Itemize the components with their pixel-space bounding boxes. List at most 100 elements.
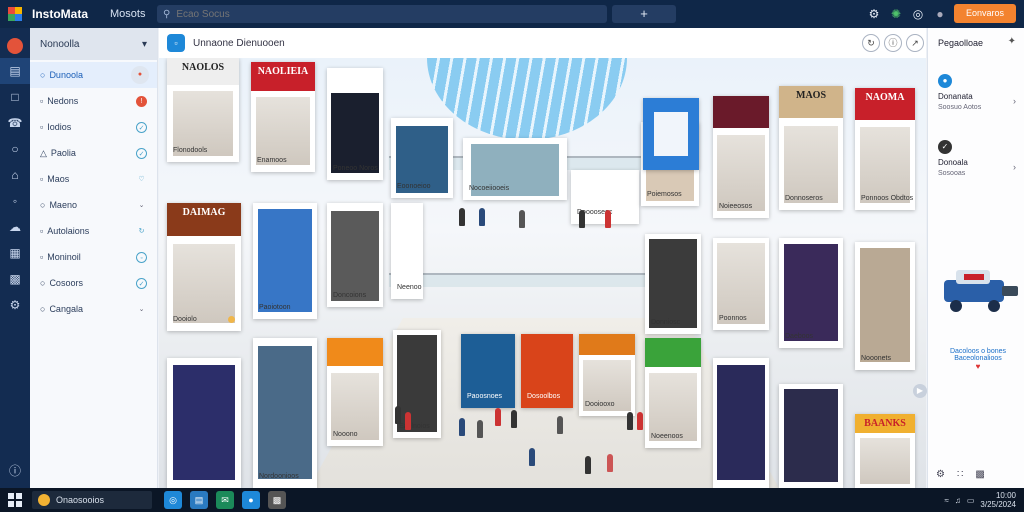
store-card[interactable]: Donniosc [645, 234, 701, 334]
book-icon[interactable]: □ [0, 84, 30, 110]
info-icon[interactable]: ⓘ [884, 34, 902, 52]
store-card[interactable]: Nooono [327, 338, 383, 446]
share-icon[interactable]: ↗ [906, 34, 924, 52]
windows-start-icon[interactable] [8, 493, 22, 507]
store-card[interactable]: Neenoo [391, 203, 423, 299]
store-card[interactable]: MAOS Donnoseros [779, 86, 843, 210]
pin-icon[interactable]: ✦ [1008, 36, 1016, 47]
translate-icon[interactable]: ▩ [975, 469, 984, 480]
cloud-icon[interactable]: ☁ [0, 214, 30, 240]
globe-icon[interactable]: ◎ [910, 4, 926, 24]
notification-icon[interactable]: ⚙ [866, 4, 882, 24]
sidebar-item[interactable]: ▫ Moninoil ◦ [30, 244, 157, 270]
page-title: Unnaone Dienuooen [193, 37, 285, 49]
user-avatar-icon[interactable]: ● [932, 4, 948, 24]
store-card[interactable]: Paoiotoon [253, 203, 317, 319]
store-card[interactable]: Doncoions [327, 203, 383, 307]
files-icon[interactable]: ▤ [190, 491, 208, 509]
promo-panel[interactable] [643, 98, 699, 170]
check-icon: ✓ [136, 147, 147, 159]
help-icon[interactable]: ⓘ [0, 458, 30, 484]
document-icon[interactable]: ▦ [0, 240, 30, 266]
mall-scene: NAOLOS Flonodools NAOLIEIA Enamoos Poneo… [159, 58, 926, 488]
store-card[interactable]: Nordoonioos [253, 338, 317, 488]
store-card[interactable]: NAOLOS Flonodools [167, 58, 239, 162]
clipboard-icon[interactable]: ▩ [0, 266, 30, 292]
mail-icon[interactable]: ✉ [216, 491, 234, 509]
settings-icon[interactable]: ⚙ [936, 469, 945, 480]
store-card[interactable]: Nocoeiiooeis [463, 138, 567, 200]
chevron-right-icon[interactable]: › [1013, 96, 1016, 106]
shopper [495, 408, 501, 426]
right-panel: Pegaolloae ✦ ● Donanata Soosuo Aotos › ✓… [927, 28, 1024, 488]
sidebar-item[interactable]: ▫ Autolaions ↻ [30, 218, 157, 244]
chat-icon[interactable]: ○ [0, 136, 30, 162]
shopper [479, 208, 485, 226]
chat-icon: ● [938, 74, 952, 88]
sidebar-item[interactable]: ○ Cosoors ✓ [30, 270, 157, 296]
promo-panel[interactable]: Dosoolbos [521, 334, 573, 408]
store-card[interactable]: BAANKS [855, 414, 915, 488]
shopper [477, 420, 483, 438]
scroll-right-button[interactable]: ▶ [913, 384, 927, 398]
store-card[interactable]: NAOLIEIA Enamoos [251, 62, 315, 172]
sidebar-header[interactable]: Nonoolla ▾ [30, 28, 157, 60]
sidebar-item[interactable]: ○ Dunoola ● [30, 62, 157, 88]
sync-icon: ↻ [138, 227, 145, 235]
volume-icon[interactable]: ♫ [955, 496, 961, 505]
store-card[interactable]: Noeenoos [645, 338, 701, 448]
wifi-icon[interactable]: ≈ [944, 496, 948, 505]
store-card[interactable]: Noieeosos [713, 96, 769, 218]
add-button[interactable]: + [612, 5, 676, 23]
store-card[interactable]: Nooonets [855, 242, 915, 370]
sidebar-item[interactable]: ○ Cangala ⌄ [30, 296, 157, 322]
refresh-icon[interactable]: ↻ [862, 34, 880, 52]
apps-icon[interactable]: ✺ [888, 4, 904, 24]
shopper [605, 210, 611, 228]
phone-icon[interactable]: ☎ [0, 110, 30, 136]
store-card[interactable]: NAOMA Ponnoos Obdtos [855, 88, 915, 210]
clock[interactable]: 10:00 3/25/2024 [980, 491, 1016, 509]
home-icon[interactable]: ⌂ [0, 162, 30, 188]
search-bar[interactable]: ⚲ [157, 5, 607, 23]
panel-entry[interactable]: ● Donanata Soosuo Aotos [938, 74, 981, 111]
chevron-down-icon[interactable]: ▾ [142, 39, 147, 50]
search-input[interactable] [176, 8, 577, 20]
store-card[interactable]: Dooiooxo [579, 334, 635, 416]
tag-icon[interactable]: ◦ [0, 188, 30, 214]
store-card[interactable]: DAIMAG Dooiolo [167, 203, 241, 331]
store-card[interactable] [713, 358, 769, 488]
shopper [579, 210, 585, 228]
store-card[interactable]: Poonnos [713, 238, 769, 330]
grid-icon[interactable]: ∷ [957, 469, 963, 480]
store-app-icon[interactable]: ▩ [268, 491, 286, 509]
primary-action-button[interactable]: Eonvaros [954, 4, 1016, 23]
browser-icon[interactable]: ◎ [164, 491, 182, 509]
promo-text[interactable]: Dacoloos o bones Baceolonalioos ♥ [938, 348, 1018, 371]
settings-icon[interactable]: ⚙ [0, 292, 30, 318]
heart-icon[interactable]: ♥ [938, 362, 1018, 371]
store-card[interactable] [779, 384, 843, 488]
store-card[interactable]: Eoonoeioo [391, 118, 453, 198]
content-header: ▫ Unnaone Dienuooen ↻ ⓘ ↗ [159, 28, 926, 58]
shopper [459, 418, 465, 436]
battery-icon[interactable]: ▭ [967, 496, 975, 505]
sidebar-item[interactable]: ▫ Nedons ! [30, 88, 157, 114]
promo-panel[interactable]: Paoosnoes [461, 334, 515, 408]
sidebar-item[interactable]: ▫ Iodios ✓ [30, 114, 157, 140]
panel-entry[interactable]: ✓ Donoala Sosooas [938, 140, 968, 177]
menu-item[interactable]: Mosots [110, 8, 145, 20]
profile-avatar[interactable] [0, 32, 30, 58]
panel-footer: ⚙ ∷ ▩ [936, 469, 985, 480]
store-card[interactable] [167, 358, 241, 488]
chevron-right-icon[interactable]: › [1013, 162, 1016, 172]
chat-app-icon[interactable]: ● [242, 491, 260, 509]
shopper [519, 210, 525, 228]
store-card[interactable]: Poneoo Noros [327, 68, 383, 180]
taskbar-search[interactable]: Onaosooios [32, 491, 152, 509]
inbox-icon[interactable]: ▤ [0, 58, 30, 84]
sidebar-item[interactable]: ▫ Maos ♡ [30, 166, 157, 192]
sidebar-item[interactable]: △ Paolia ✓ [30, 140, 157, 166]
store-card[interactable]: Daeboos [779, 238, 843, 348]
sidebar-item[interactable]: ○ Maeno ⌄ [30, 192, 157, 218]
